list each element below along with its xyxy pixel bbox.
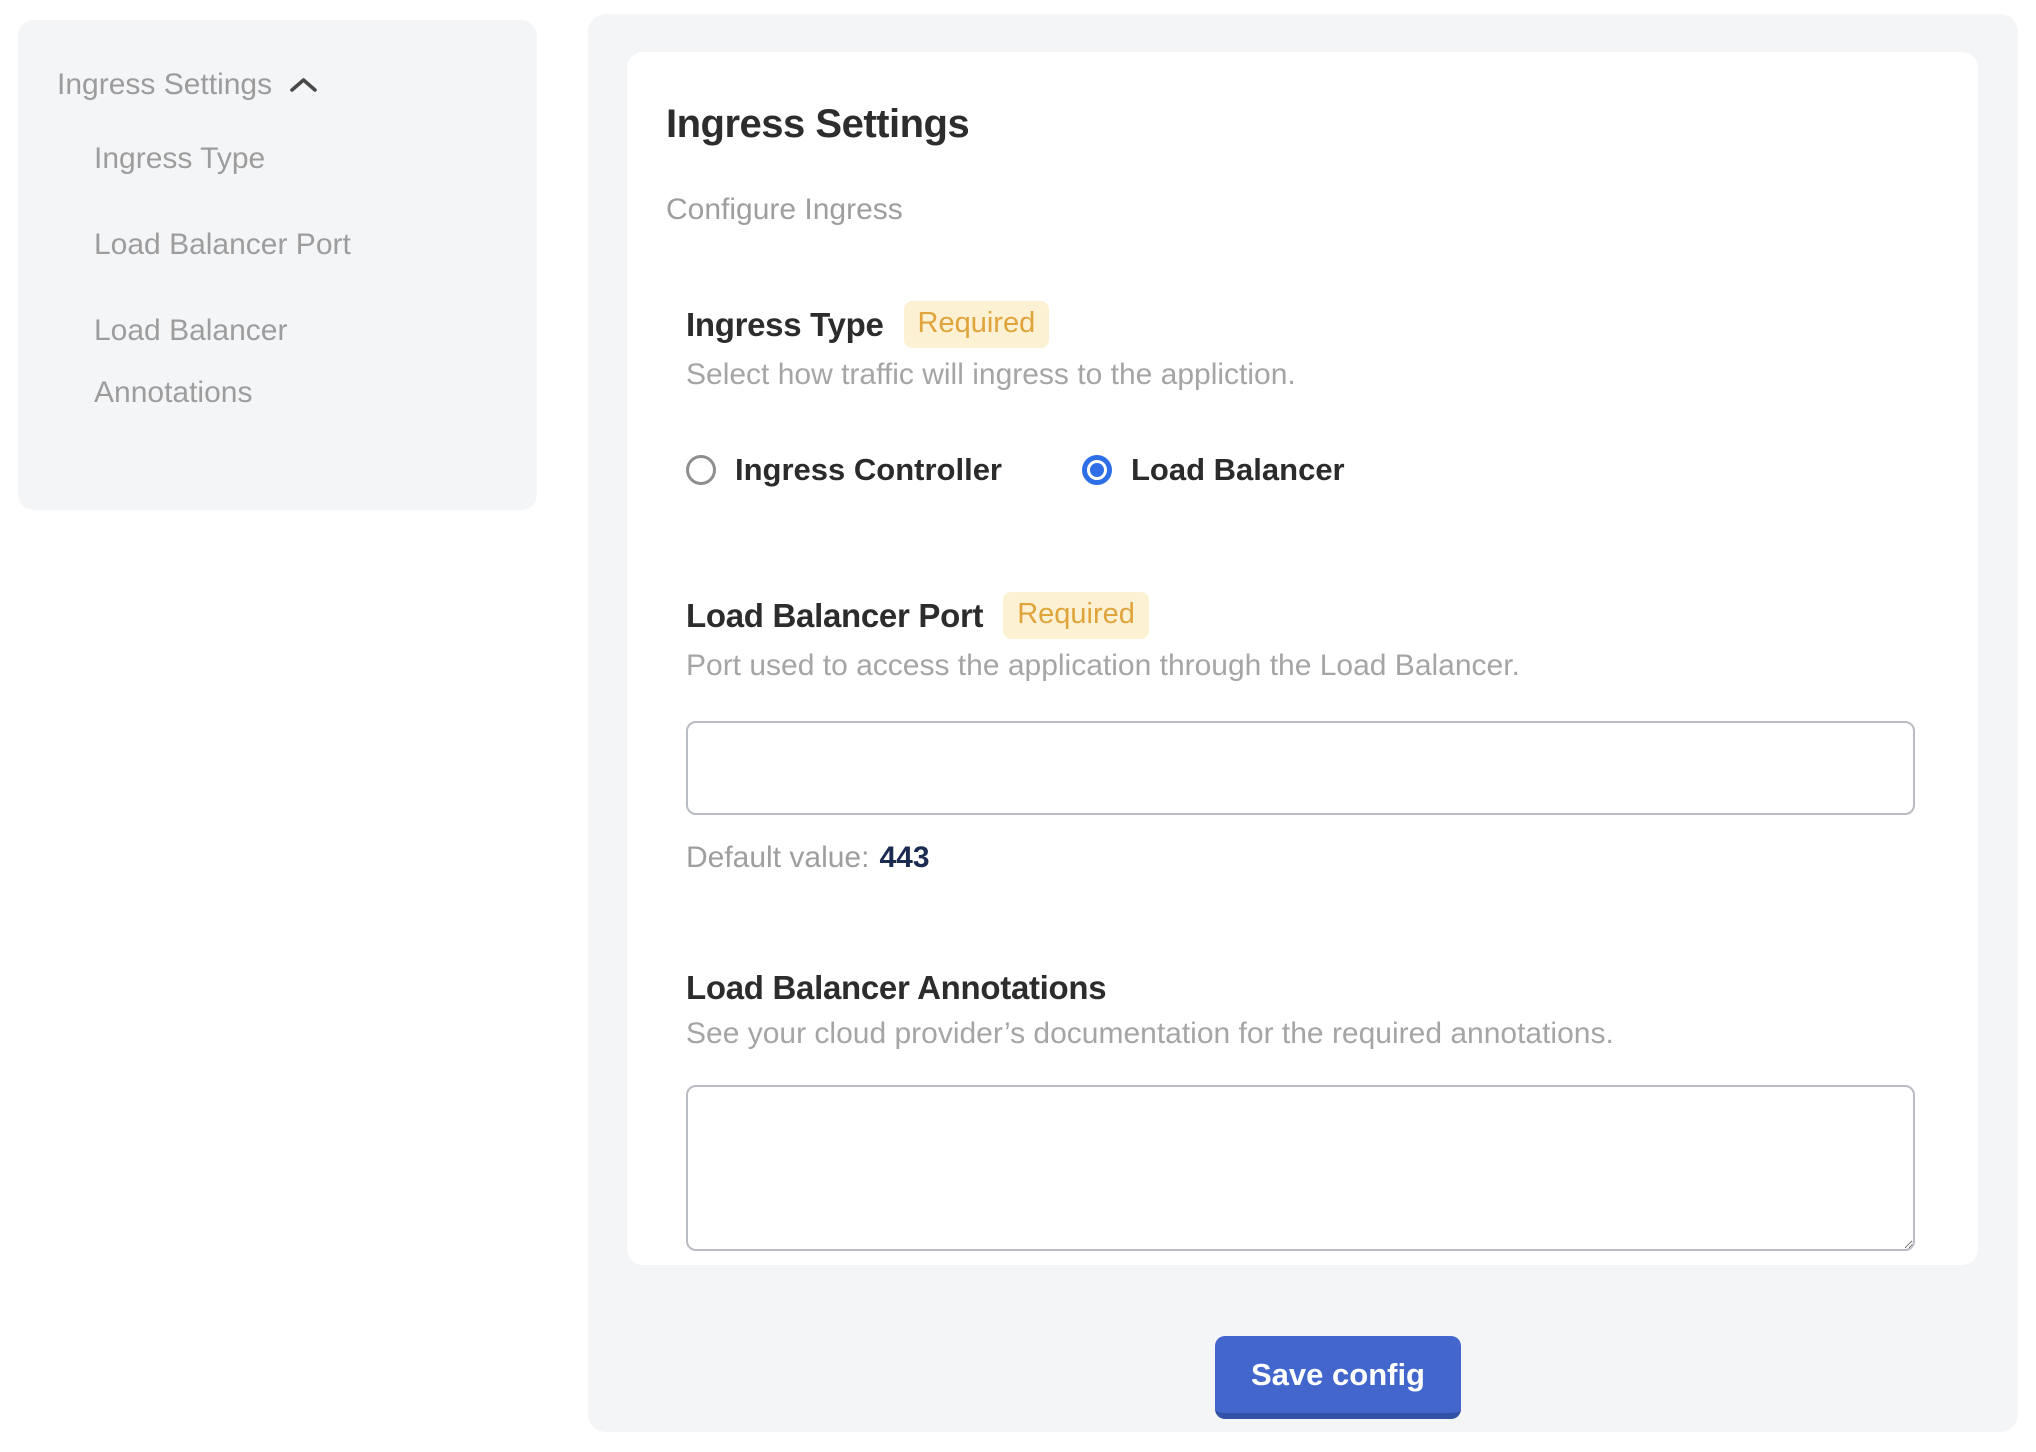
section-title-ingress-type: Ingress Type xyxy=(686,306,884,344)
ingress-settings-card: Ingress Settings Configure Ingress Ingre… xyxy=(627,52,1978,1265)
sidebar-nav: Ingress Type Load Balancer Port Load Bal… xyxy=(94,128,384,424)
radio-icon-ingress-controller[interactable] xyxy=(686,455,716,485)
page-title: Ingress Settings xyxy=(666,102,1918,147)
sidebar-item-load-balancer-port[interactable]: Load Balancer Port xyxy=(94,214,384,276)
radio-icon-load-balancer[interactable] xyxy=(1082,455,1112,485)
default-value-number: 443 xyxy=(879,841,929,874)
page-subtitle: Configure Ingress xyxy=(666,193,1918,227)
sidebar-section-header[interactable]: Ingress Settings xyxy=(57,66,507,104)
required-badge: Required xyxy=(904,301,1050,348)
section-title-load-balancer-port: Load Balancer Port xyxy=(686,597,983,635)
main-panel: Ingress Settings Configure Ingress Ingre… xyxy=(588,14,2018,1432)
section-description-load-balancer-annotations: See your cloud provider’s documentation … xyxy=(686,1017,1917,1051)
section-description-load-balancer-port: Port used to access the application thro… xyxy=(686,649,1917,683)
sidebar-item-ingress-type[interactable]: Ingress Type xyxy=(94,128,384,190)
section-title-load-balancer-annotations: Load Balancer Annotations xyxy=(686,969,1106,1007)
default-value-helper: Default value: 443 xyxy=(686,841,1917,875)
radio-label-load-balancer: Load Balancer xyxy=(1131,452,1345,488)
annotations-textarea[interactable] xyxy=(686,1085,1915,1251)
required-badge: Required xyxy=(1003,592,1149,639)
load-balancer-port-input[interactable] xyxy=(686,721,1915,815)
default-value-label: Default value: xyxy=(686,841,869,874)
sidebar-section-title: Ingress Settings xyxy=(57,68,272,102)
radio-option-ingress-controller[interactable]: Ingress Controller xyxy=(686,452,1002,488)
settings-sidebar: Ingress Settings Ingress Type Load Balan… xyxy=(18,20,537,510)
radio-label-ingress-controller: Ingress Controller xyxy=(735,452,1002,488)
save-config-button[interactable]: Save config xyxy=(1215,1336,1461,1419)
section-load-balancer-port: Load Balancer Port Required Port used to… xyxy=(686,592,1917,875)
ingress-type-radio-group: Ingress Controller Load Balancer xyxy=(686,452,1917,488)
section-ingress-type: Ingress Type Required Select how traffic… xyxy=(686,301,1917,488)
section-load-balancer-annotations: Load Balancer Annotations See your cloud… xyxy=(686,969,1917,1251)
sidebar-item-load-balancer-annotations[interactable]: Load Balancer Annotations xyxy=(94,300,384,424)
form-sections: Ingress Type Required Select how traffic… xyxy=(686,301,1917,1251)
section-description-ingress-type: Select how traffic will ingress to the a… xyxy=(686,358,1917,392)
radio-option-load-balancer[interactable]: Load Balancer xyxy=(1082,452,1345,488)
chevron-up-icon xyxy=(288,70,319,104)
